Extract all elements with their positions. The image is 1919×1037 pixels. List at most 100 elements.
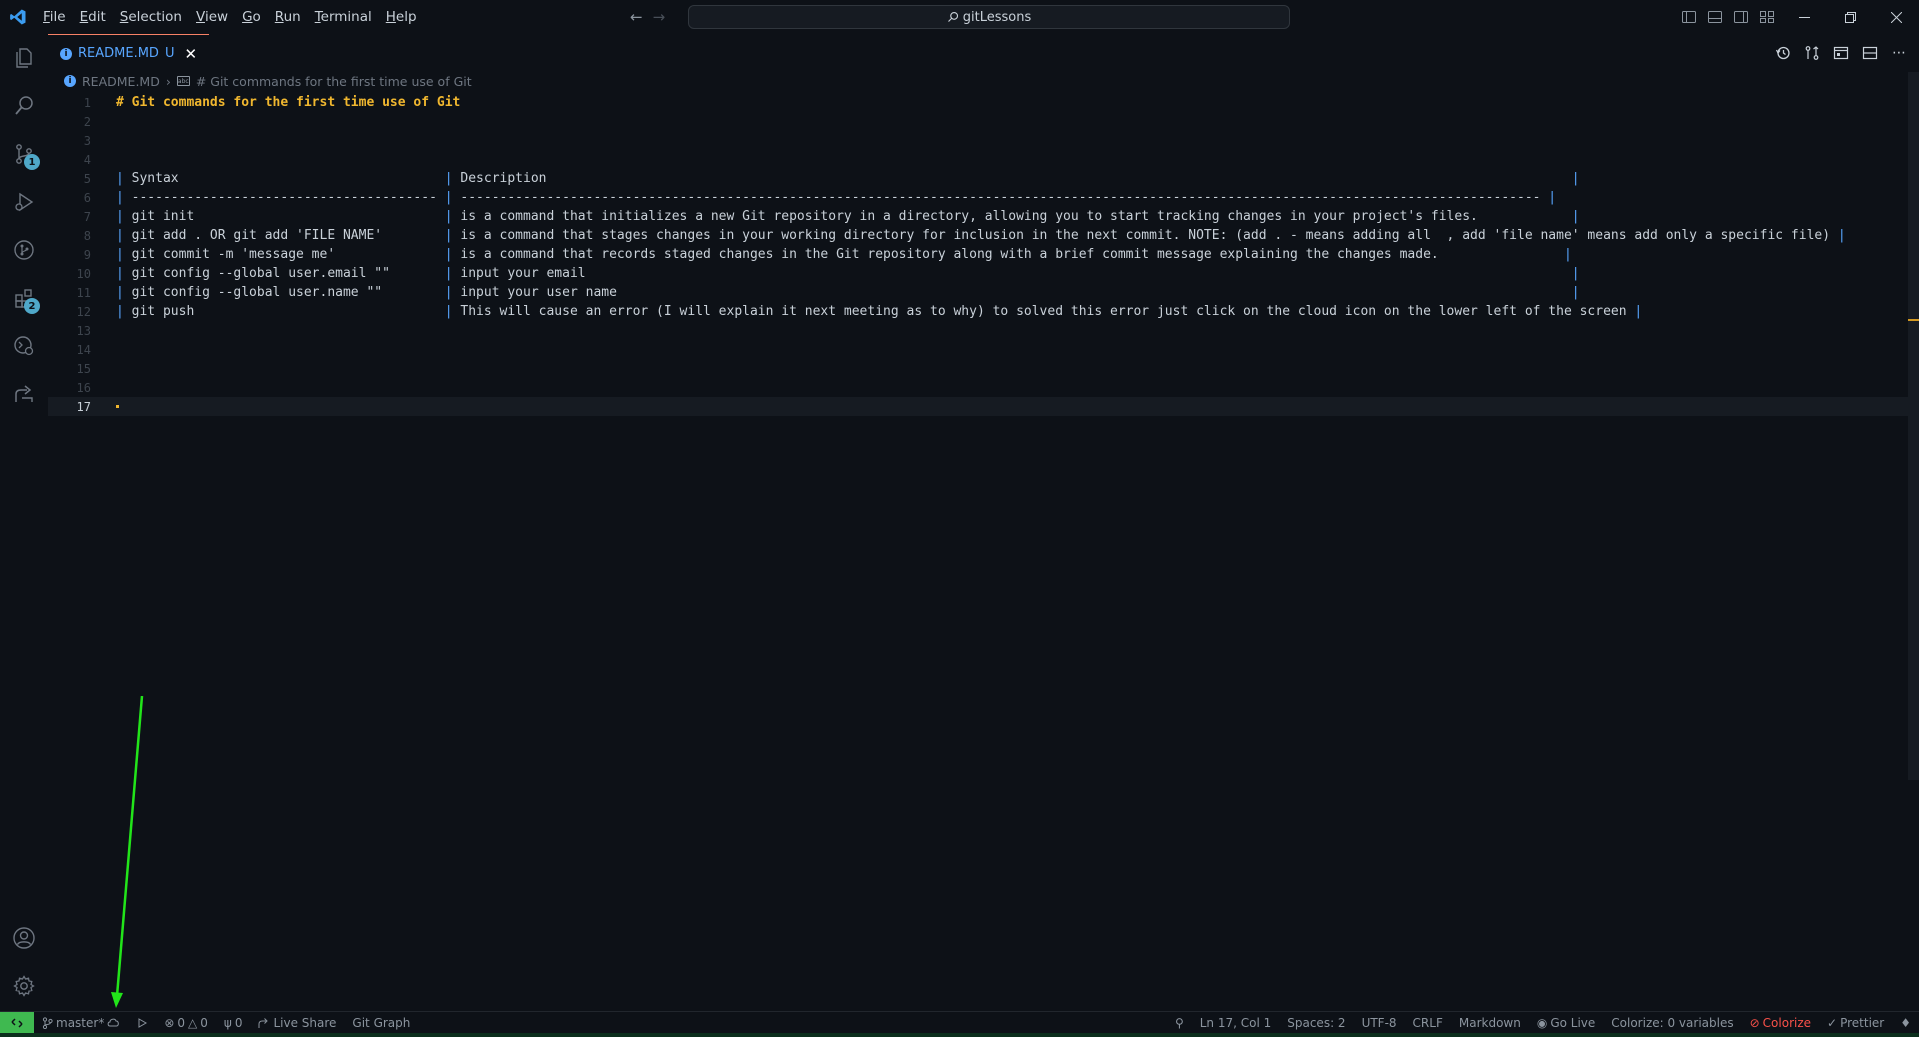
cursor-position[interactable]: Ln 17, Col 1 [1192, 1012, 1280, 1034]
notifications-button[interactable]: ♦ [1892, 1012, 1919, 1034]
toggle-secondary-sidebar-icon[interactable] [1733, 9, 1749, 25]
menu-go[interactable]: Go [235, 0, 268, 34]
code-line[interactable]: 14 [48, 340, 1908, 359]
close-icon[interactable]: ✕ [184, 45, 197, 63]
code-line[interactable]: 2 [48, 112, 1908, 131]
go-live-button[interactable]: ◉ Go Live [1529, 1012, 1603, 1034]
indentation[interactable]: Spaces: 2 [1279, 1012, 1353, 1034]
customize-layout-icon[interactable] [1759, 9, 1775, 25]
git-graph-button[interactable] [0, 226, 48, 274]
tab-label: README.MD [78, 46, 159, 61]
split-editor-icon[interactable] [1862, 45, 1878, 61]
manage-button[interactable] [0, 962, 48, 1010]
minimize-button[interactable] [1781, 0, 1827, 34]
code-line[interactable]: 16 [48, 378, 1908, 397]
line-number: 6 [83, 190, 91, 205]
git-graph-status[interactable]: Git Graph [344, 1012, 418, 1034]
colorize-variables[interactable]: Colorize: 0 variables [1603, 1012, 1741, 1034]
menu-selection[interactable]: Selection [113, 0, 189, 34]
live-share-status[interactable]: Live Share [250, 1012, 344, 1034]
go-forward-icon[interactable]: → [653, 8, 666, 26]
code-line[interactable]: 10 | git config --global user.email "" | … [48, 264, 1908, 283]
extensions-button[interactable]: 2 [0, 274, 48, 322]
restore-button[interactable] [1827, 0, 1873, 34]
branch-status[interactable]: master* [34, 1012, 128, 1034]
code-line[interactable]: 1 # Git commands for the first time use o… [48, 93, 1908, 112]
remote-explorer-icon [14, 336, 34, 356]
colorize-button[interactable]: ⊘ Colorize [1742, 1012, 1819, 1034]
code-editor[interactable]: 1 # Git commands for the first time use o… [48, 93, 1908, 1011]
code-line[interactable]: 9 | git commit -m 'message me' | is a com… [48, 245, 1908, 264]
pin-status[interactable]: ⚲ [1167, 1012, 1192, 1034]
menu-file[interactable]: File [36, 0, 73, 34]
accounts-button[interactable] [0, 914, 48, 962]
tab-readme[interactable]: i README.MD U ✕ [48, 34, 210, 72]
explorer-button[interactable] [0, 34, 48, 82]
live-share-button[interactable] [0, 370, 48, 418]
code-line[interactable]: 8 | git add . OR git add 'FILE NAME' | is… [48, 226, 1908, 245]
toggle-primary-sidebar-icon[interactable] [1681, 9, 1697, 25]
close-window-button[interactable] [1873, 0, 1919, 34]
table-pipe: | [1634, 304, 1643, 319]
search-button[interactable] [0, 82, 48, 130]
timeline-history-icon[interactable] [1775, 45, 1791, 61]
info-icon: i [64, 75, 76, 87]
table-row: | Syntax | Description | [116, 171, 1580, 186]
table-pipe: | [116, 171, 124, 186]
code-line[interactable]: 17 [48, 397, 1908, 416]
access-key: E [79, 9, 89, 25]
cursor-overview-marker [1908, 319, 1919, 321]
run-debug-button[interactable] [0, 178, 48, 226]
table-pipe: | [444, 266, 453, 281]
editor-scrollbar[interactable] [1908, 72, 1919, 780]
radio-tower-icon: ψ [223, 1015, 232, 1030]
code-line[interactable]: 5 | Syntax | Description | [48, 169, 1908, 188]
go-live-label: Go Live [1550, 1015, 1596, 1030]
go-back-icon[interactable]: ← [630, 8, 643, 26]
remote-indicator-button[interactable] [0, 1011, 34, 1034]
breadcrumb-file[interactable]: README.MD [82, 74, 160, 89]
code-line[interactable]: 6 | -------------------------------------… [48, 188, 1908, 207]
command-center-search[interactable]: gitLessons [688, 5, 1290, 29]
menu-help[interactable]: Help [379, 0, 424, 34]
breadcrumb-section[interactable]: # Git commands for the first time use of… [196, 74, 472, 89]
source-control-button[interactable]: 1 [0, 130, 48, 178]
open-changes-icon[interactable] [1804, 45, 1820, 61]
end-of-line[interactable]: CRLF [1405, 1012, 1451, 1034]
language-mode[interactable]: Markdown [1451, 1012, 1529, 1034]
toggle-panel-icon[interactable] [1707, 9, 1723, 25]
minimize-icon [1798, 16, 1810, 18]
problems-status[interactable]: ⊗ 0 △ 0 [156, 1012, 216, 1034]
run-debug-icon [15, 192, 34, 212]
account-icon [13, 927, 35, 949]
table-pipe: | [1837, 228, 1846, 243]
open-preview-icon[interactable] [1833, 45, 1849, 61]
text-cursor [116, 405, 119, 408]
menu-view[interactable]: View [189, 0, 235, 34]
more-actions-icon[interactable]: ⋯ [1891, 45, 1907, 61]
encoding[interactable]: UTF-8 [1354, 1012, 1405, 1034]
table-pipe: | [1571, 285, 1580, 300]
menu-run[interactable]: Run [268, 0, 308, 34]
line-number: 7 [83, 209, 91, 224]
table-pipe: | [444, 228, 453, 243]
run-debug-status[interactable] [128, 1012, 156, 1034]
publish-branch-icon[interactable] [107, 1017, 120, 1028]
code-line[interactable]: 11 | git config --global user.name "" | i… [48, 283, 1908, 302]
code-line[interactable]: 3 [48, 131, 1908, 150]
prettier-button[interactable]: ✓ Prettier [1819, 1012, 1892, 1034]
menu-terminal[interactable]: Terminal [308, 0, 379, 34]
remote-explorer-button[interactable] [0, 322, 48, 370]
access-key: F [43, 9, 50, 25]
code-line[interactable]: 4 [48, 150, 1908, 169]
code-line[interactable]: 15 [48, 359, 1908, 378]
menu-edit[interactable]: Edit [73, 0, 113, 34]
window-bottom-edge [0, 1033, 1919, 1037]
code-line[interactable]: 7 | git init | is a command that initiali… [48, 207, 1908, 226]
chevron-right-icon: › [165, 73, 171, 89]
tab-untracked-status: U [164, 46, 175, 61]
bell-icon: ♦ [1900, 1015, 1911, 1030]
code-line[interactable]: 12 | git push | This will cause an error … [48, 302, 1908, 321]
code-line[interactable]: 13 [48, 321, 1908, 340]
ports-status[interactable]: ψ 0 [216, 1012, 251, 1034]
